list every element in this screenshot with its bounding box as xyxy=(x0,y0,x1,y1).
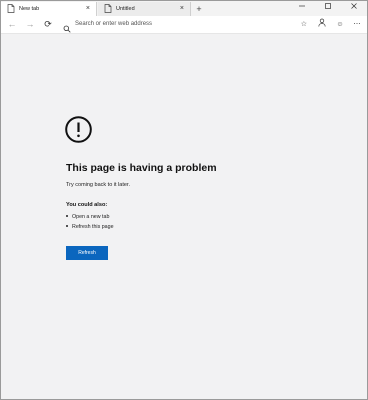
new-tab-button[interactable]: + xyxy=(194,2,204,16)
address-bar[interactable]: Search or enter web address ☆ xyxy=(59,18,313,33)
settings-menu-icon[interactable]: ⋯ xyxy=(351,18,363,31)
option-refresh-page: Refresh this page xyxy=(72,224,114,230)
list-item: Open a new tab xyxy=(66,212,114,222)
close-tab-icon[interactable]: × xyxy=(86,2,90,16)
browser-toolbar: ← → ⟳ Search or enter web address ☆ ☺ ⋯ xyxy=(1,16,367,34)
error-subtitle: Try coming back to it later. xyxy=(66,182,130,188)
refresh-page-button[interactable]: Refresh xyxy=(66,246,108,260)
minimize-button[interactable] xyxy=(289,2,315,14)
favorite-star-icon[interactable]: ☆ xyxy=(301,18,307,31)
tab-title: New tab xyxy=(19,6,40,12)
address-placeholder: Search or enter web address xyxy=(75,21,153,27)
bullet-icon xyxy=(66,225,68,228)
browser-window: New tab × Untitled × + ← → ⟳ Search or e… xyxy=(0,0,368,400)
back-button[interactable]: ← xyxy=(5,17,19,31)
option-open-new-tab: Open a new tab xyxy=(72,214,110,220)
error-title: This page is having a problem xyxy=(66,162,217,174)
options-heading: You could also: xyxy=(66,202,108,208)
options-list: Open a new tab Refresh this page xyxy=(66,212,114,232)
tab-bar: New tab × Untitled × + xyxy=(1,1,367,16)
close-tab-icon[interactable]: × xyxy=(180,2,184,16)
tab-new-tab[interactable]: New tab × xyxy=(1,2,97,16)
tab-untitled[interactable]: Untitled × xyxy=(98,2,191,16)
close-window-button[interactable] xyxy=(341,2,367,14)
feedback-smiley-icon[interactable]: ☺ xyxy=(334,18,346,31)
tab-title: Untitled xyxy=(116,6,135,12)
error-page: This page is having a problem Try coming… xyxy=(1,34,367,399)
list-item: Refresh this page xyxy=(66,222,114,232)
refresh-button[interactable]: ⟳ xyxy=(41,17,55,31)
bullet-icon xyxy=(66,215,68,218)
forward-button[interactable]: → xyxy=(23,17,37,31)
maximize-button[interactable] xyxy=(315,2,341,14)
warning-icon xyxy=(65,116,92,143)
profile-icon[interactable] xyxy=(316,18,328,31)
